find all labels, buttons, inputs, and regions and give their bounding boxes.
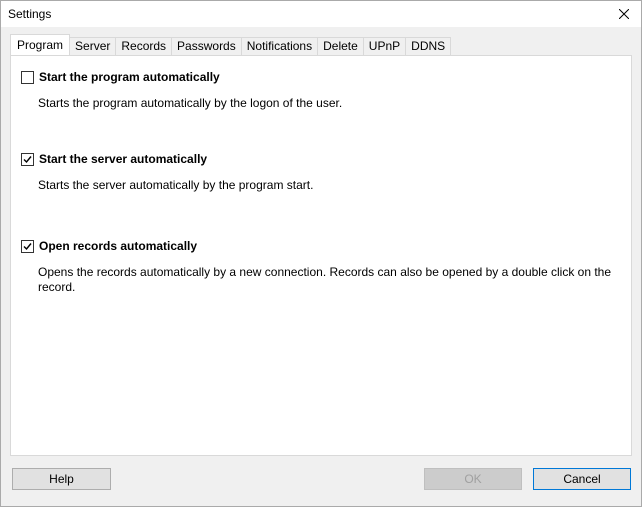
close-button[interactable] <box>607 1 641 27</box>
tab-program[interactable]: Program <box>10 34 71 55</box>
open-records-checkbox[interactable] <box>21 239 34 253</box>
ok-button[interactable]: OK <box>424 468 522 490</box>
tab-strip: Program Server Records Passwords Notific… <box>10 34 452 55</box>
checkmark-icon <box>23 155 32 163</box>
tab-delete[interactable]: Delete <box>317 37 364 55</box>
start-server-label[interactable]: Start the server automatically <box>39 152 207 166</box>
option-start-server: Start the server automatically Starts th… <box>21 152 613 193</box>
start-server-checkbox[interactable] <box>21 152 34 166</box>
tab-records[interactable]: Records <box>115 37 173 55</box>
tab-passwords[interactable]: Passwords <box>171 37 242 55</box>
close-icon <box>619 9 629 19</box>
tab-server[interactable]: Server <box>69 37 117 55</box>
option-open-records: Open records automatically Opens the rec… <box>21 239 613 295</box>
option-start-program: Start the program automatically Starts t… <box>21 70 613 111</box>
tab-notifications[interactable]: Notifications <box>240 37 319 55</box>
start-server-description: Starts the server automatically by the p… <box>38 178 314 192</box>
checkmark-icon <box>23 242 32 250</box>
window-title: Settings <box>8 7 52 21</box>
start-program-description: Starts the program automatically by the … <box>38 96 343 110</box>
cancel-button[interactable]: Cancel <box>533 468 631 490</box>
tab-upnp[interactable]: UPnP <box>362 37 407 55</box>
program-tab-panel: Start the program automatically Starts t… <box>10 55 632 456</box>
help-button[interactable]: Help <box>12 468 111 490</box>
open-records-label[interactable]: Open records automatically <box>39 239 197 253</box>
settings-window: Settings Program Server Records Password… <box>0 0 642 507</box>
start-program-label[interactable]: Start the program automatically <box>39 70 220 84</box>
tab-ddns[interactable]: DDNS <box>405 37 452 55</box>
open-records-description: Opens the records automatically by a new… <box>38 265 612 294</box>
title-bar: Settings <box>1 1 641 27</box>
start-program-checkbox[interactable] <box>21 70 34 84</box>
